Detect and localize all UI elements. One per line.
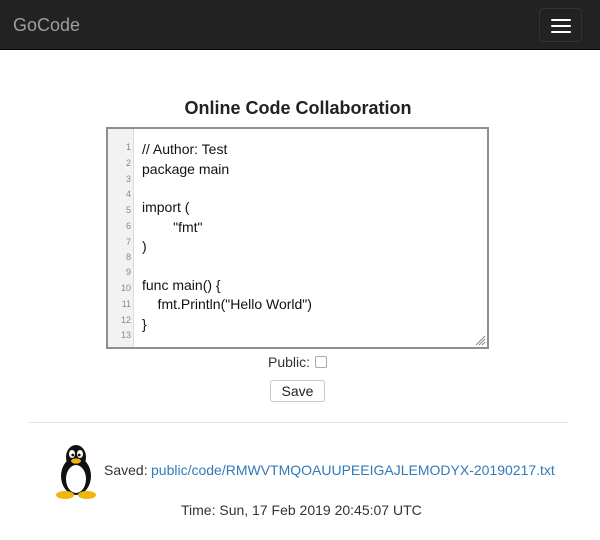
public-label: Public:	[268, 354, 311, 370]
line-number: 13	[120, 330, 131, 340]
code-line: "fmt"	[142, 219, 203, 235]
public-checkbox[interactable]	[315, 356, 327, 368]
line-number: 5	[125, 205, 131, 215]
navbar: GoCode	[0, 0, 600, 50]
code-line: )	[142, 238, 147, 254]
line-number: 1	[125, 142, 131, 152]
line-number: 3	[125, 174, 131, 184]
line-number: 11	[121, 299, 131, 309]
line-number: 2	[125, 158, 131, 168]
code-editor[interactable]: 1 2 3 4 5 6 7 8 9 10 11 12 13 // Author:…	[106, 127, 489, 349]
line-number: 7	[125, 237, 131, 247]
line-number: 4	[125, 189, 131, 199]
divider	[28, 422, 568, 423]
saved-file-link[interactable]: public/code/RMWVTMQOAUUPEEIGAJLEMODYX-20…	[151, 461, 555, 479]
code-line: import (	[142, 199, 190, 215]
line-number: 10	[120, 283, 131, 293]
line-number: 12	[120, 315, 131, 325]
resize-handle-icon[interactable]	[475, 335, 486, 346]
code-line: func main() {	[142, 277, 221, 293]
line-number-gutter: 1 2 3 4 5 6 7 8 9 10 11 12 13	[108, 129, 134, 347]
code-line: // Author: Test	[142, 141, 228, 157]
menu-toggle-button[interactable]	[539, 8, 582, 42]
saved-label: Saved:	[104, 462, 148, 478]
page-title: Online Code Collaboration	[184, 98, 412, 118]
code-line: }	[142, 316, 147, 332]
line-number: 9	[125, 267, 131, 277]
timestamp: Time: Sun, 17 Feb 2019 20:45:07 UTC	[181, 502, 422, 518]
brand-link[interactable]: GoCode	[13, 14, 80, 36]
code-line: package main	[142, 161, 230, 177]
code-line: fmt.Println("Hello World")	[142, 296, 312, 312]
line-number: 8	[125, 252, 131, 262]
line-number: 6	[125, 221, 131, 231]
save-button[interactable]: Save	[270, 380, 325, 402]
tux-penguin-icon	[56, 445, 96, 499]
